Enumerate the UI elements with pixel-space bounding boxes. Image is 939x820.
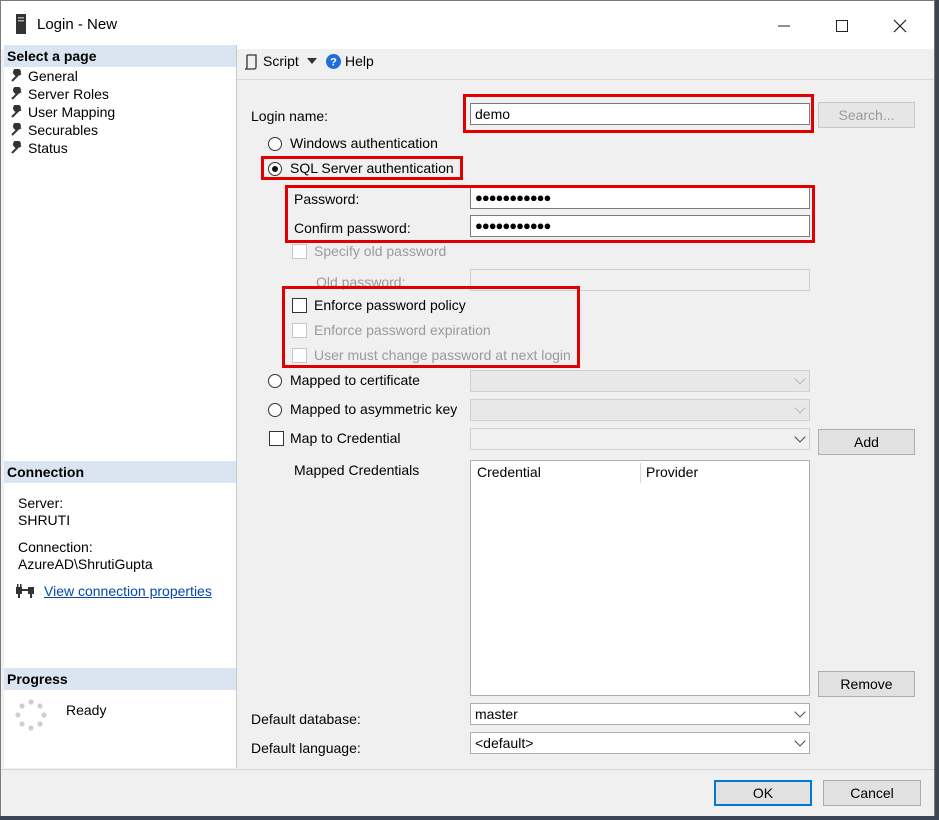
windows-auth-label: Windows authentication	[290, 135, 438, 151]
mapped-cert-option[interactable]: Mapped to certificate	[268, 372, 458, 390]
sidebar-item-status[interactable]: Status	[10, 139, 68, 157]
connection-value: AzureAD\ShrutiGupta	[18, 556, 153, 572]
server-value: SHRUTI	[18, 512, 71, 528]
help-icon: ?	[326, 54, 341, 69]
minimize-button[interactable]	[770, 11, 798, 39]
sidebar-item-user-mapping[interactable]: User Mapping	[10, 103, 115, 121]
connection-header: Connection	[4, 461, 236, 483]
script-label: Script	[263, 53, 299, 69]
maximize-button[interactable]	[828, 11, 856, 39]
view-connection-properties-link[interactable]: View connection properties	[44, 583, 212, 599]
progress-status: Ready	[66, 702, 107, 718]
column-header-provider[interactable]: Provider	[646, 464, 698, 480]
title-bar[interactable]: Login - New	[1, 1, 934, 49]
connection-properties-icon	[16, 584, 34, 598]
sidebar-item-label: General	[28, 68, 78, 84]
sidebar-item-label: Server Roles	[28, 86, 109, 102]
specify-old-password-checkbox[interactable]	[292, 244, 307, 259]
sidebar-item-general[interactable]: General	[10, 67, 78, 85]
column-divider	[640, 463, 641, 483]
default-database-select[interactable]: master	[470, 703, 810, 725]
wrench-icon	[11, 87, 22, 100]
sql-auth-highlight	[261, 156, 463, 180]
default-database-label: Default database:	[251, 711, 361, 727]
close-button[interactable]	[886, 11, 914, 39]
mapped-credentials-label: Mapped Credentials	[294, 462, 420, 478]
asymmetric-key-select[interactable]	[470, 399, 810, 421]
help-label: Help	[345, 53, 374, 69]
sidebar-item-label: Status	[28, 140, 68, 156]
dialog-footer: OK Cancel	[1, 769, 934, 816]
connection-label: Connection:	[18, 539, 93, 555]
add-button[interactable]: Add	[818, 429, 915, 455]
sidebar-item-label: Securables	[28, 122, 99, 138]
mapped-asym-option[interactable]: Mapped to asymmetric key	[268, 401, 468, 419]
login-name-label: Login name:	[251, 108, 329, 124]
left-panel: Select a page General Server Roles User …	[4, 45, 237, 768]
cancel-button[interactable]: Cancel	[823, 780, 921, 806]
default-language-select[interactable]: <default>	[470, 732, 810, 754]
column-header-credential[interactable]: Credential	[477, 464, 541, 480]
chevron-down-icon	[794, 402, 806, 414]
ok-button[interactable]: OK	[714, 780, 812, 806]
password-policy-highlight	[282, 286, 580, 368]
dropdown-arrow-icon	[307, 58, 317, 64]
chevron-down-icon	[794, 431, 806, 443]
select-page-header: Select a page	[4, 45, 236, 67]
sidebar-item-securables[interactable]: Securables	[10, 121, 98, 139]
progress-header: Progress	[4, 668, 236, 690]
mapped-asym-label: Mapped to asymmetric key	[290, 401, 458, 417]
map-credential-label: Map to Credential	[290, 430, 401, 446]
help-button[interactable]: ? Help	[326, 53, 386, 73]
password-highlight	[285, 185, 815, 243]
default-language-value: <default>	[475, 735, 534, 751]
search-button[interactable]: Search...	[818, 102, 915, 128]
login-dialog: Login - New Select a page General Server…	[0, 0, 935, 816]
server-label: Server:	[18, 495, 64, 511]
login-name-highlight	[463, 94, 814, 133]
script-icon	[244, 54, 257, 70]
remove-button[interactable]: Remove	[818, 671, 915, 697]
mapped-asym-radio[interactable]	[268, 403, 282, 417]
server-icon	[16, 14, 26, 34]
wrench-icon	[11, 69, 22, 82]
chevron-down-icon	[794, 735, 806, 747]
default-language-label: Default language:	[251, 740, 361, 756]
wrench-icon	[11, 105, 22, 118]
credential-select[interactable]	[470, 428, 810, 450]
default-database-value: master	[475, 706, 518, 722]
script-button[interactable]: Script	[244, 53, 324, 73]
chevron-down-icon	[794, 373, 806, 385]
map-credential-checkbox[interactable]	[269, 431, 284, 446]
toolbar-divider	[237, 79, 934, 80]
wrench-icon	[11, 141, 22, 154]
wrench-icon	[11, 123, 22, 136]
progress-spinner-icon	[15, 699, 47, 731]
mapped-cert-label: Mapped to certificate	[290, 372, 420, 388]
windows-auth-radio[interactable]	[268, 137, 282, 151]
sidebar-item-server-roles[interactable]: Server Roles	[10, 85, 109, 103]
mapped-cert-radio[interactable]	[268, 374, 282, 388]
svg-text:?: ?	[330, 57, 337, 69]
window-title: Login - New	[37, 16, 118, 33]
sidebar-item-label: User Mapping	[28, 104, 116, 120]
certificate-select[interactable]	[470, 370, 810, 392]
mapped-credentials-grid[interactable]: Credential Provider	[470, 460, 810, 696]
specify-old-password-label: Specify old password	[314, 243, 447, 259]
chevron-down-icon	[794, 706, 806, 718]
windows-auth-option[interactable]: Windows authentication	[268, 135, 458, 153]
